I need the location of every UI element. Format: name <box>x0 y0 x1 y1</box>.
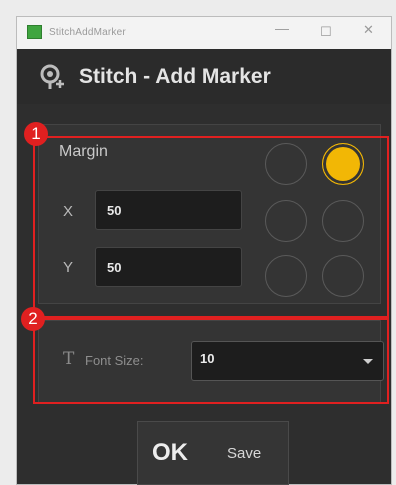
stitch-marker-icon <box>40 64 64 89</box>
annotation-badge-1: 1 <box>24 122 48 146</box>
title-bar[interactable]: StitchAddMarker — ☐ ✕ <box>17 17 391 49</box>
font-size-value: 10 <box>200 351 215 366</box>
dialog-title: Stitch - Add Marker <box>79 65 271 88</box>
anchor-top-right-radio[interactable] <box>322 143 364 185</box>
ok-label: OK <box>152 439 188 466</box>
margin-y-input[interactable] <box>95 247 242 287</box>
app-icon <box>27 25 42 39</box>
anchor-bottom-right-radio[interactable] <box>322 255 364 297</box>
close-button[interactable]: ✕ <box>363 22 374 38</box>
y-label: Y <box>63 259 74 276</box>
x-label: X <box>63 203 74 220</box>
chevron-down-icon <box>363 359 373 364</box>
margin-x-input[interactable] <box>95 190 242 230</box>
ok-save-button[interactable]: OK Save <box>137 421 289 485</box>
margin-title: Margin <box>59 143 108 160</box>
maximize-button[interactable]: ☐ <box>320 24 332 40</box>
anchor-top-left-radio[interactable] <box>265 143 307 185</box>
anchor-bottom-left-radio[interactable] <box>265 255 307 297</box>
save-label: Save <box>227 445 262 462</box>
minimize-button[interactable]: — <box>275 20 289 36</box>
window-title: StitchAddMarker <box>49 27 126 38</box>
anchor-middle-right-radio[interactable] <box>322 200 364 242</box>
font-size-label: Font Size: <box>85 353 144 368</box>
font-size-panel: T Font Size: 10 <box>38 320 384 404</box>
margin-panel: Margin X Y <box>38 124 381 304</box>
anchor-middle-left-radio[interactable] <box>265 200 307 242</box>
font-size-icon: T <box>63 349 75 369</box>
add-marker-window: StitchAddMarker — ☐ ✕ Stitch - Add Marke… <box>16 16 392 485</box>
font-size-select[interactable]: 10 <box>191 341 384 381</box>
dialog-header: Stitch - Add Marker <box>17 49 391 104</box>
annotation-badge-2: 2 <box>21 307 45 331</box>
